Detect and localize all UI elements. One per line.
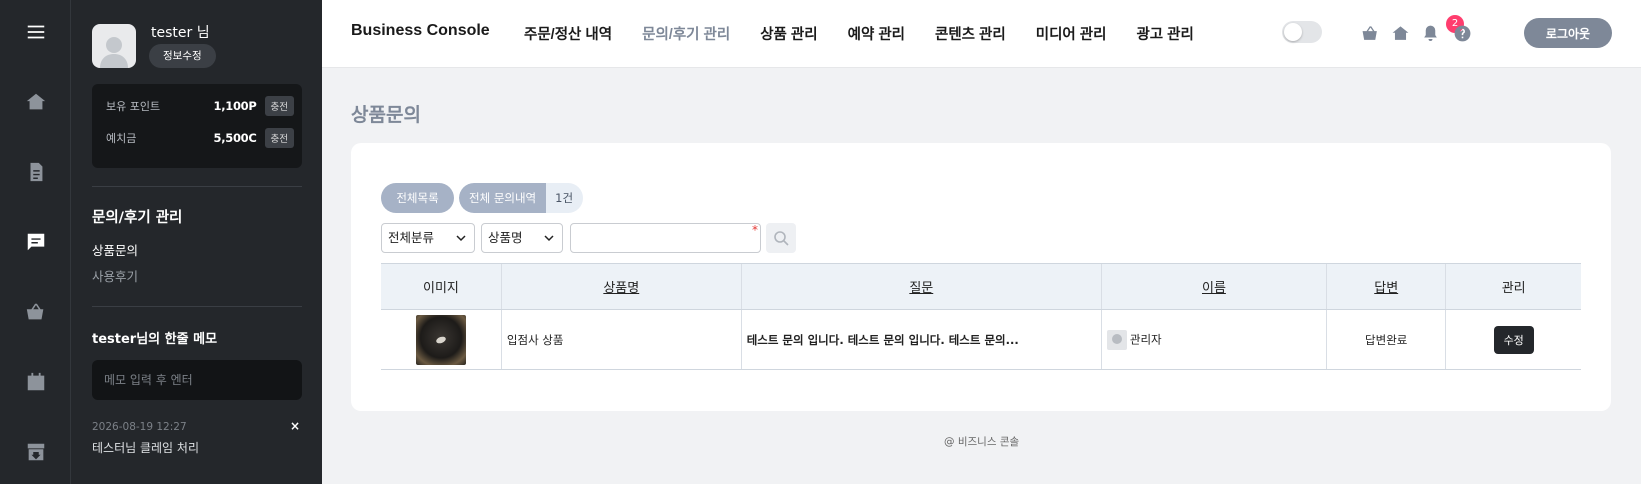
nav-ads[interactable]: 광고 관리 xyxy=(1136,23,1193,44)
chevron-down-icon xyxy=(544,235,554,242)
product-thumbnail[interactable] xyxy=(415,314,466,365)
deposit-value: 5,500C xyxy=(213,131,257,145)
col-image: 이미지 xyxy=(381,263,502,310)
table-header-row: 이미지 상품명 질문 이름 답변 관리 xyxy=(381,263,1581,310)
logout-button[interactable]: 로그아웃 xyxy=(1524,18,1612,48)
nav-media[interactable]: 미디어 관리 xyxy=(1036,23,1107,44)
nav-inquiries[interactable]: 문의/후기 관리 xyxy=(642,23,730,44)
col-answer[interactable]: 답변 xyxy=(1326,263,1446,310)
required-mark: * xyxy=(752,223,758,237)
answer-status: 답변완료 xyxy=(1326,309,1446,370)
home-icon[interactable] xyxy=(19,85,53,119)
charge-points-button[interactable]: 충전 xyxy=(264,96,294,116)
chevron-down-icon xyxy=(456,235,466,242)
inquiry-table: 이미지 상품명 질문 이름 답변 관리 입점사 상품 테스트 문의 입니다. 테… xyxy=(381,263,1581,370)
side-menu-item-reviews[interactable]: 사용후기 xyxy=(92,266,138,285)
side-menu-item-product-inquiry[interactable]: 상품문의 xyxy=(92,240,138,259)
main-nav: 주문/정산 내역 문의/후기 관리 상품 관리 예약 관리 콘텐츠 관리 미디어… xyxy=(524,23,1224,44)
points-label: 보유 포인트 xyxy=(106,100,161,113)
author-cell: 관리자 xyxy=(1100,309,1327,370)
nav-contents[interactable]: 콘텐츠 관리 xyxy=(935,23,1006,44)
home-icon[interactable] xyxy=(1388,21,1412,45)
icon-rail xyxy=(0,0,71,484)
manage-cell: 수정 xyxy=(1445,309,1581,370)
field-select-value: 상품명 xyxy=(488,230,523,245)
nav-products[interactable]: 상품 관리 xyxy=(760,23,817,44)
deposit-row: 예치금 5,500C 충전 xyxy=(106,126,294,150)
points-box: 보유 포인트 1,100P 충전 예치금 5,500C 충전 xyxy=(92,84,302,168)
search-input[interactable] xyxy=(570,223,761,253)
field-select[interactable]: 상품명 xyxy=(481,223,563,253)
product-thumbnail-cell xyxy=(381,309,502,370)
user-avatar-icon xyxy=(100,37,128,68)
memo-delete-icon[interactable]: × xyxy=(290,419,300,433)
basket-icon[interactable] xyxy=(19,295,53,329)
profile-name: tester 님 xyxy=(151,25,210,41)
memo-title: tester님의 한줄 메모 xyxy=(92,332,218,347)
footer-text: @ 비즈니스 콘솔 xyxy=(944,436,1020,448)
col-product[interactable]: 상품명 xyxy=(500,263,742,310)
col-name[interactable]: 이름 xyxy=(1100,263,1327,310)
divider xyxy=(92,186,302,187)
side-menu-title: 문의/후기 관리 xyxy=(92,210,183,226)
help-icon[interactable] xyxy=(1450,21,1474,45)
category-select-value: 전체분류 xyxy=(388,230,435,245)
archive-icon[interactable] xyxy=(19,435,53,469)
table-row[interactable]: 입점사 상품 테스트 문의 입니다. 테스트 문의 입니다. 테스트 문의...… xyxy=(381,309,1581,370)
col-manage: 관리 xyxy=(1445,263,1581,310)
search-icon xyxy=(774,231,789,246)
memo-input[interactable] xyxy=(92,360,302,400)
nav-orders[interactable]: 주문/정산 내역 xyxy=(524,23,612,44)
avatar[interactable] xyxy=(92,24,136,68)
all-list-button[interactable]: 전체목록 xyxy=(381,183,454,213)
edit-inquiry-button[interactable]: 수정 xyxy=(1493,325,1534,354)
chat-icon[interactable] xyxy=(19,225,53,259)
bell-icon[interactable] xyxy=(1418,21,1442,45)
divider xyxy=(92,306,302,307)
author-avatar-icon xyxy=(1106,329,1127,350)
col-question[interactable]: 질문 xyxy=(740,263,1102,310)
product-name[interactable]: 입점사 상품 xyxy=(500,309,742,370)
inquiry-count: 1건 xyxy=(555,191,574,205)
nav-reservations[interactable]: 예약 관리 xyxy=(848,23,905,44)
edit-profile-button[interactable]: 정보수정 xyxy=(149,44,216,68)
basket-icon[interactable] xyxy=(1358,21,1382,45)
points-value: 1,100P xyxy=(213,99,257,113)
search-button[interactable] xyxy=(766,223,796,253)
points-row: 보유 포인트 1,100P 충전 xyxy=(106,94,294,118)
content-card: 전체목록 전체 문의내역 1건 전체분류 상품명 * 이미지 상품명 질문 이름… xyxy=(351,143,1611,411)
all-inquiries-label: 전체 문의내역 xyxy=(459,183,547,213)
page-title: 상품문의 xyxy=(351,104,421,126)
top-bar: Business Console 주문/정산 내역 문의/후기 관리 상품 관리… xyxy=(322,0,1641,68)
author-name: 관리자 xyxy=(1129,332,1162,346)
menu-icon[interactable] xyxy=(19,15,53,49)
side-panel: tester 님 정보수정 보유 포인트 1,100P 충전 예치금 5,500… xyxy=(71,0,322,484)
inquiry-count-pill[interactable]: 전체 문의내역 1건 xyxy=(459,183,584,213)
charge-deposit-button[interactable]: 충전 xyxy=(264,128,294,148)
deposit-label: 예치금 xyxy=(106,132,137,145)
brand-title: Business Console xyxy=(351,22,490,39)
memo-text: 테스터님 클레임 처리 xyxy=(92,441,199,455)
question-text[interactable]: 테스트 문의 입니다. 테스트 문의 입니다. 테스트 문의... xyxy=(740,309,1102,370)
document-icon[interactable] xyxy=(19,155,53,189)
calendar-icon[interactable] xyxy=(19,365,53,399)
memo-date: 2026-08-19 12:27 xyxy=(92,421,187,433)
category-select[interactable]: 전체분류 xyxy=(381,223,475,253)
